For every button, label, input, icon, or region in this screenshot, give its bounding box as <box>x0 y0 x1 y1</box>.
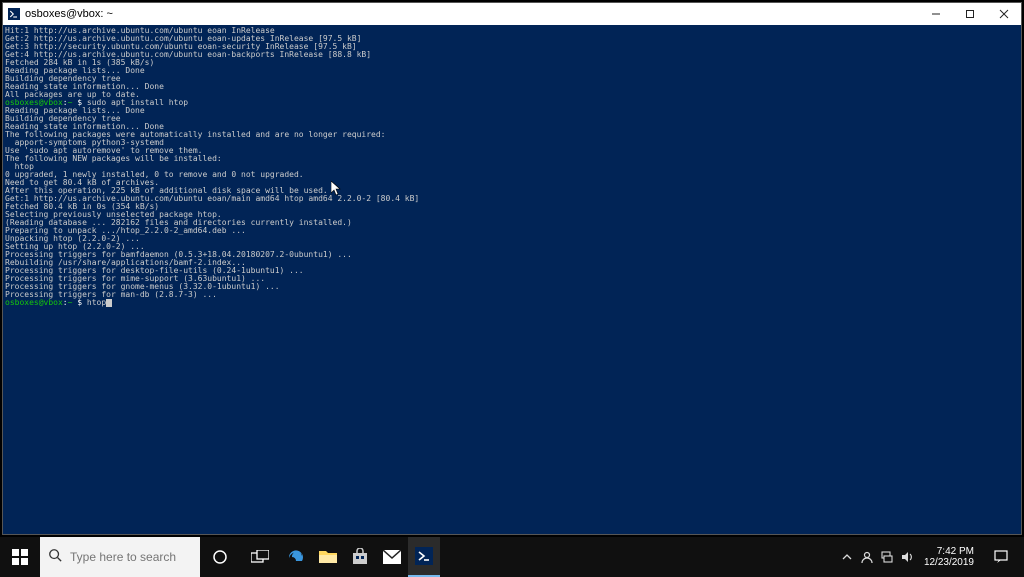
store-icon[interactable] <box>344 537 376 577</box>
titlebar[interactable]: osboxes@vbox: ~ <box>3 3 1021 25</box>
tray-chevron-up-icon[interactable] <box>840 550 854 564</box>
start-button[interactable] <box>0 537 40 577</box>
mail-icon[interactable] <box>376 537 408 577</box>
network-icon[interactable] <box>880 550 894 564</box>
taskbar-clock[interactable]: 7:42 PM 12/23/2019 <box>920 546 978 568</box>
terminal-window: osboxes@vbox: ~ Hit:1 http://us.archive.… <box>2 2 1022 535</box>
powershell-taskbar-icon[interactable] <box>408 537 440 577</box>
volume-icon[interactable] <box>900 550 914 564</box>
pinned-apps <box>280 537 440 577</box>
system-tray: 7:42 PM 12/23/2019 <box>834 537 1024 577</box>
window-title: osboxes@vbox: ~ <box>25 8 113 20</box>
maximize-button[interactable] <box>953 3 987 25</box>
close-button[interactable] <box>987 3 1021 25</box>
search-input[interactable] <box>70 550 192 564</box>
action-center-icon[interactable] <box>984 549 1018 565</box>
task-view-button[interactable] <box>240 537 280 577</box>
search-box[interactable] <box>40 537 200 577</box>
clock-time: 7:42 PM <box>924 546 974 557</box>
powershell-icon <box>7 7 21 21</box>
minimize-button[interactable] <box>919 3 953 25</box>
clock-date: 12/23/2019 <box>924 557 974 568</box>
tray-people-icon[interactable] <box>860 550 874 564</box>
taskbar: 7:42 PM 12/23/2019 <box>0 537 1024 577</box>
file-explorer-icon[interactable] <box>312 537 344 577</box>
search-icon <box>48 548 62 567</box>
terminal-body[interactable]: Hit:1 http://us.archive.ubuntu.com/ubunt… <box>3 25 1021 534</box>
cortana-button[interactable] <box>200 537 240 577</box>
edge-icon[interactable] <box>280 537 312 577</box>
